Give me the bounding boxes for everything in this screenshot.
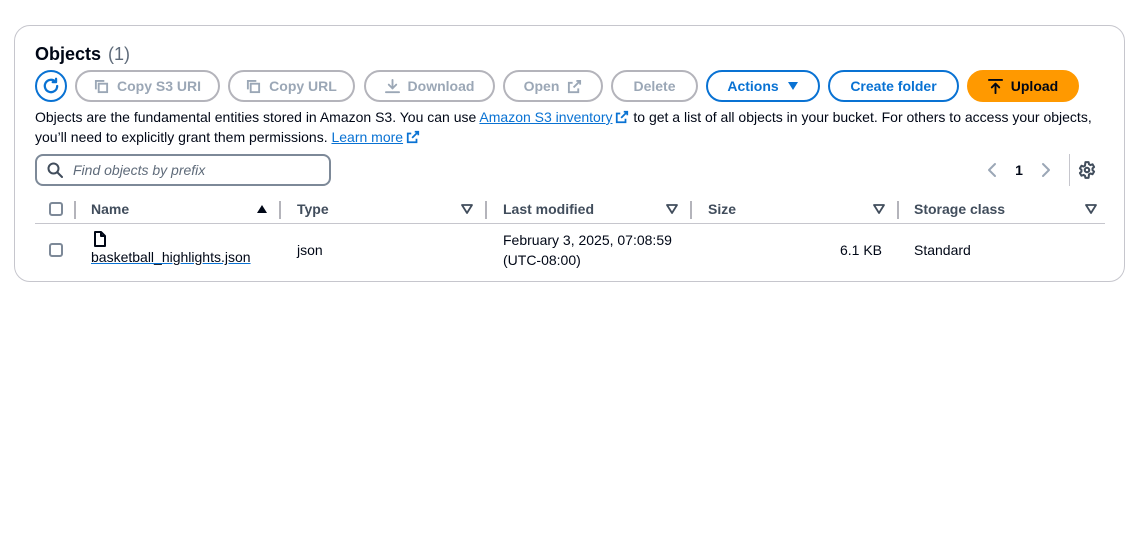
copy-url-label: Copy URL: [269, 78, 337, 94]
column-label: Name: [91, 201, 130, 217]
column-divider: [897, 201, 899, 219]
column-header-type[interactable]: Type: [297, 196, 329, 222]
objects-panel: Objects (1) Copy S3 URI Copy URL Downloa…: [14, 25, 1125, 282]
column-label: Size: [708, 201, 737, 217]
object-type: json: [297, 242, 323, 258]
upload-icon: [987, 78, 1003, 94]
delete-label: Delete: [633, 78, 676, 94]
chevron-right-icon[interactable]: [1037, 162, 1053, 178]
create-folder-label: Create folder: [850, 78, 937, 94]
refresh-icon: [43, 77, 59, 94]
object-name-link[interactable]: basketball_highlights.json: [91, 249, 251, 265]
download-icon: [384, 78, 400, 93]
select-all-checkbox[interactable]: [49, 202, 63, 216]
delete-button[interactable]: Delete: [611, 70, 698, 102]
file-icon: [94, 231, 106, 247]
row-checkbox[interactable]: [49, 243, 63, 257]
create-folder-button[interactable]: Create folder: [828, 70, 959, 102]
column-label: Storage class: [914, 201, 1006, 217]
column-divider: [279, 201, 281, 219]
object-last-modified: February 3, 2025, 07:08:59 (UTC-08:00): [503, 230, 672, 270]
sort-ascending-icon[interactable]: [256, 204, 268, 214]
objects-header: Objects (1): [35, 44, 130, 65]
open-button[interactable]: Open: [503, 70, 603, 102]
learn-more-link[interactable]: Learn more: [331, 129, 403, 145]
column-header-size[interactable]: Size: [708, 196, 736, 222]
page-title: Objects: [35, 44, 102, 64]
copy-s3-uri-button[interactable]: Copy S3 URI: [75, 70, 220, 102]
object-storage-class: Standard: [914, 242, 971, 258]
objects-table: Name Type Last modified Size Storage cla…: [35, 196, 1105, 276]
open-label: Open: [523, 78, 560, 94]
external-link-icon: [616, 110, 629, 124]
download-button[interactable]: Download: [364, 70, 495, 102]
table-header: Name Type Last modified Size Storage cla…: [35, 196, 1105, 224]
sort-icon[interactable]: [873, 204, 885, 214]
copy-url-button[interactable]: Copy URL: [228, 70, 355, 102]
search-input[interactable]: [73, 162, 303, 178]
column-label: Last modified: [503, 201, 595, 217]
upload-label: Upload: [1010, 78, 1059, 94]
table-row[interactable]: basketball_highlights.json json February…: [35, 224, 1105, 276]
pagination-divider: [1069, 154, 1070, 186]
actions-label: Actions: [727, 78, 779, 94]
column-header-storage-class[interactable]: Storage class: [914, 196, 1005, 222]
download-label: Download: [407, 78, 475, 94]
s3-inventory-link[interactable]: Amazon S3 inventory: [479, 109, 612, 125]
external-link-icon: [568, 79, 582, 93]
copy-icon: [247, 79, 261, 93]
object-size: 6.1 KB: [839, 242, 882, 258]
select-all-checkbox-cell: [49, 196, 63, 222]
column-divider: [74, 201, 76, 219]
external-link-icon: [406, 130, 420, 144]
last-modified-timezone: (UTC-08:00): [503, 252, 581, 268]
refresh-button[interactable]: [35, 70, 67, 102]
sort-icon[interactable]: [1085, 204, 1097, 214]
column-divider: [485, 201, 487, 219]
search-icon: [47, 162, 63, 178]
object-name-cell: basketball_highlights.json: [91, 231, 251, 267]
upload-button[interactable]: Upload: [967, 70, 1079, 102]
chevron-left-icon[interactable]: [985, 162, 1001, 178]
column-label: Type: [297, 201, 329, 217]
objects-toolbar: Copy S3 URI Copy URL Download Open Delet…: [35, 70, 1110, 102]
column-header-name[interactable]: Name: [91, 196, 129, 222]
copy-icon: [94, 79, 109, 93]
last-modified-date: February 3, 2025, 07:08:59: [503, 232, 672, 248]
caret-down-icon: [787, 82, 798, 90]
sort-icon[interactable]: [666, 204, 678, 214]
column-header-last-modified[interactable]: Last modified: [503, 196, 594, 222]
copy-s3-uri-label: Copy S3 URI: [116, 78, 201, 94]
description-text-1: Objects are the fundamental entities sto…: [35, 109, 480, 125]
column-divider: [690, 201, 692, 219]
page-number[interactable]: 1: [1009, 162, 1029, 178]
objects-description: Objects are the fundamental entities sto…: [35, 107, 1095, 147]
actions-dropdown[interactable]: Actions: [706, 70, 820, 102]
search-field[interactable]: [35, 154, 331, 186]
gear-icon[interactable]: [1078, 161, 1096, 179]
object-count: (1): [108, 44, 131, 64]
pagination: 1: [985, 154, 1096, 186]
sort-icon[interactable]: [461, 204, 473, 214]
